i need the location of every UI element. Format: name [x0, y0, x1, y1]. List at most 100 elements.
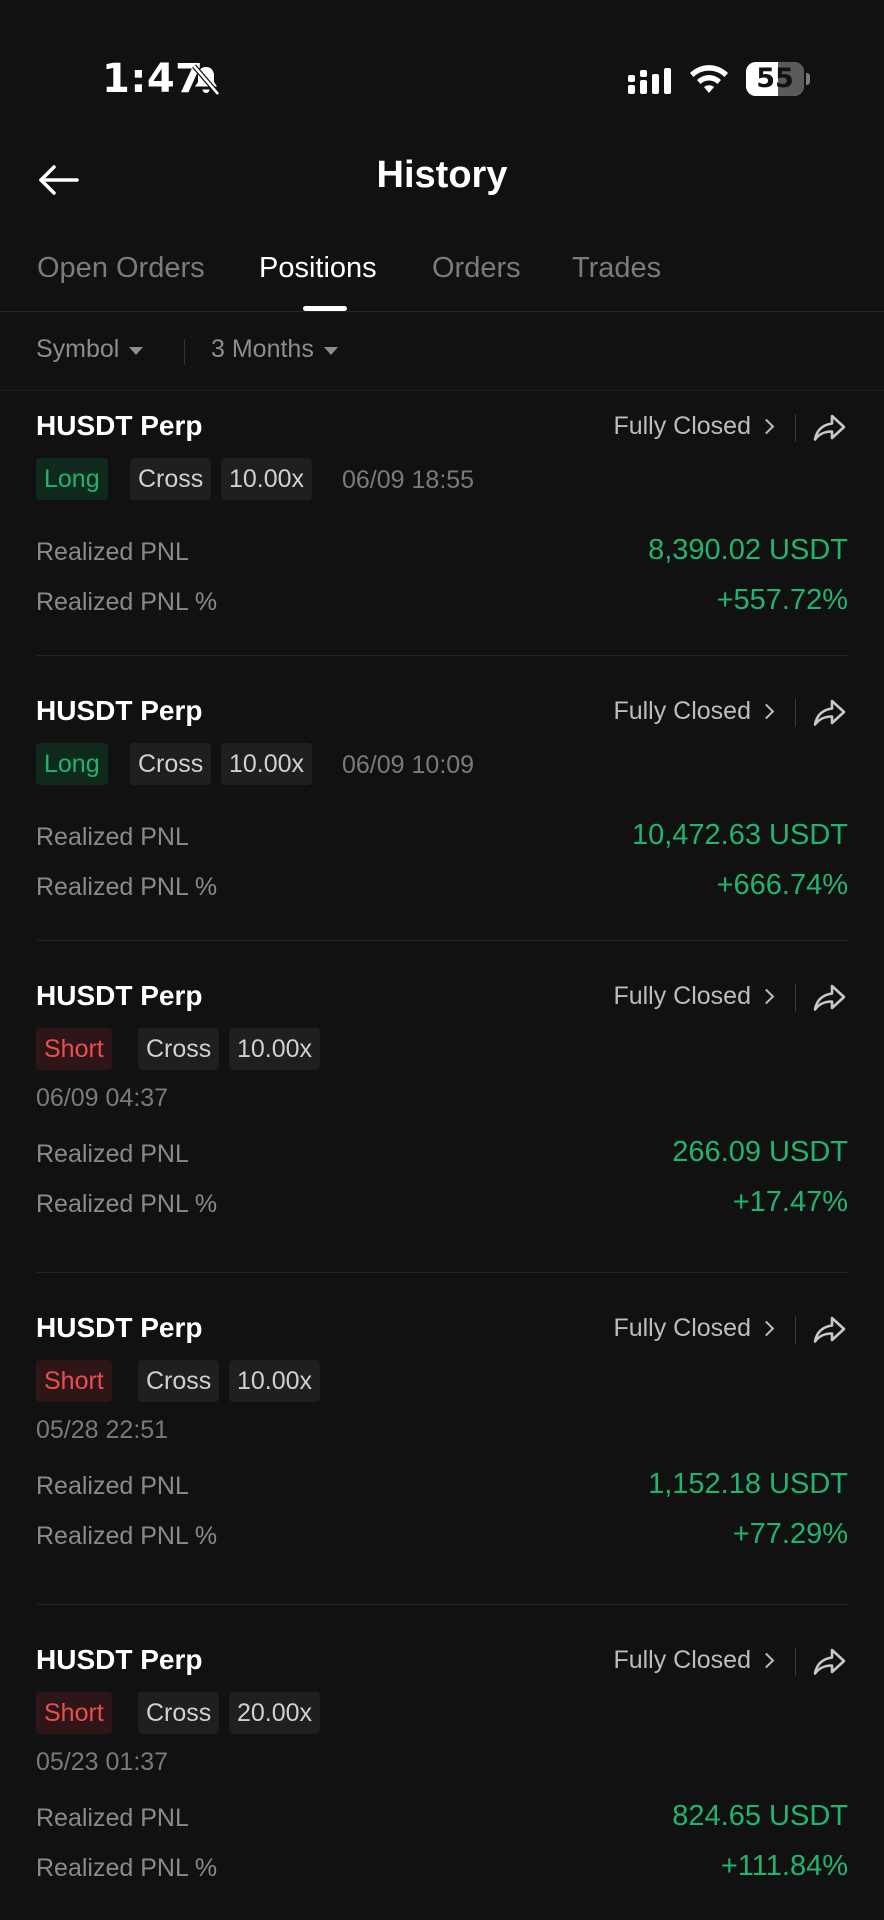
share-icon: [812, 984, 848, 1020]
realized-pnl-label: Realized PNL: [36, 823, 189, 851]
position-time: 06/09 10:09: [342, 751, 475, 779]
realized-pnl-value: 266.09 USDT: [672, 1136, 848, 1168]
chevron-right-icon: [758, 988, 775, 1005]
leverage-badge: 10.00x: [229, 1028, 321, 1070]
battery-indicator: 55: [746, 62, 810, 96]
realized-pnl-pct-value: +666.74%: [716, 869, 848, 901]
filter-bar: Symbol 3 Months: [0, 313, 884, 391]
position-symbol: HUSDT Perp: [36, 410, 203, 441]
position-status-link[interactable]: Fully Closed: [613, 697, 775, 726]
tab-trades[interactable]: Trades: [572, 252, 661, 285]
side-badge: Short: [36, 1360, 112, 1402]
realized-pnl-label: Realized PNL: [36, 1140, 189, 1168]
wifi-icon: [690, 65, 728, 93]
share-icon: [812, 414, 848, 450]
position-status-link[interactable]: Fully Closed: [613, 412, 775, 441]
caret-down-icon: [323, 346, 338, 355]
margin-mode-badge: Cross: [138, 1692, 220, 1734]
position-symbol: HUSDT Perp: [36, 695, 203, 726]
share-button[interactable]: [812, 980, 848, 1016]
position-card[interactable]: HUSDT Perp Fully Closed Long Cross 10.00…: [36, 410, 848, 640]
position-time: 05/28 22:51: [36, 1416, 169, 1444]
symbol-filter-label: Symbol: [36, 335, 120, 363]
margin-mode-badge: Cross: [138, 1360, 220, 1402]
position-time: 05/23 01:37: [36, 1748, 169, 1776]
realized-pnl-label: Realized PNL: [36, 1472, 189, 1500]
position-status: Fully Closed: [613, 412, 751, 440]
realized-pnl-label: Realized PNL: [36, 538, 189, 566]
position-card[interactable]: HUSDT Perp Fully Closed Long Cross 10.00…: [36, 695, 848, 925]
realized-pnl-value: 8,390.02 USDT: [648, 534, 848, 566]
cellular-signal-icon: [628, 68, 671, 94]
chevron-right-icon: [758, 1652, 775, 1669]
position-status-link[interactable]: Fully Closed: [613, 1646, 775, 1675]
share-button[interactable]: [812, 1312, 848, 1348]
position-status-link[interactable]: Fully Closed: [613, 982, 775, 1011]
margin-mode-badge: Cross: [130, 743, 212, 785]
card-divider: [36, 940, 848, 941]
realized-pnl-pct-value: +17.47%: [732, 1186, 848, 1218]
leverage-badge: 10.00x: [221, 743, 313, 785]
chevron-right-icon: [758, 418, 775, 435]
position-symbol: HUSDT Perp: [36, 980, 203, 1011]
side-badge: Long: [36, 743, 108, 785]
realized-pnl-pct-label: Realized PNL %: [36, 1522, 218, 1550]
status-bar: 1:47 55: [0, 0, 884, 130]
position-status: Fully Closed: [613, 982, 751, 1010]
margin-mode-badge: Cross: [138, 1028, 220, 1070]
battery-level: 55: [756, 63, 794, 94]
leverage-badge: 10.00x: [221, 458, 313, 500]
position-time: 06/09 18:55: [342, 466, 475, 494]
realized-pnl-pct-label: Realized PNL %: [36, 588, 218, 616]
share-icon: [812, 699, 848, 735]
realized-pnl-pct-label: Realized PNL %: [36, 1190, 218, 1218]
position-status: Fully Closed: [613, 1314, 751, 1342]
position-card[interactable]: HUSDT Perp Fully Closed Short Cross 10.0…: [36, 1312, 848, 1550]
realized-pnl-pct-value: +77.29%: [732, 1518, 848, 1550]
position-status: Fully Closed: [613, 1646, 751, 1674]
position-time: 06/09 04:37: [36, 1084, 169, 1112]
active-tab-indicator: [303, 306, 347, 311]
side-badge: Long: [36, 458, 108, 500]
leverage-badge: 10.00x: [229, 1360, 321, 1402]
realized-pnl-value: 824.65 USDT: [672, 1800, 848, 1832]
position-status-link[interactable]: Fully Closed: [613, 1314, 775, 1343]
card-divider: [36, 1604, 848, 1605]
period-filter[interactable]: 3 Months: [211, 335, 338, 364]
share-icon: [812, 1316, 848, 1352]
position-card[interactable]: HUSDT Perp Fully Closed Short Cross 10.0…: [36, 980, 848, 1218]
period-filter-label: 3 Months: [211, 335, 314, 363]
position-card[interactable]: HUSDT Perp Fully Closed Short Cross 20.0…: [36, 1644, 848, 1882]
share-button[interactable]: [812, 1644, 848, 1680]
position-symbol: HUSDT Perp: [36, 1312, 203, 1343]
leverage-badge: 20.00x: [229, 1692, 321, 1734]
chevron-right-icon: [758, 703, 775, 720]
tab-orders[interactable]: Orders: [432, 252, 521, 285]
header: History: [0, 130, 884, 230]
card-divider: [36, 655, 848, 656]
share-button[interactable]: [812, 695, 848, 731]
realized-pnl-pct-value: +111.84%: [720, 1850, 848, 1882]
bell-slash-icon: [192, 64, 220, 96]
side-badge: Short: [36, 1692, 112, 1734]
share-button[interactable]: [812, 410, 848, 446]
page-title: History: [376, 154, 508, 196]
realized-pnl-pct-value: +557.72%: [716, 584, 848, 616]
margin-mode-badge: Cross: [130, 458, 212, 500]
position-symbol: HUSDT Perp: [36, 1644, 203, 1675]
card-divider: [36, 1272, 848, 1273]
share-icon: [812, 1648, 848, 1684]
caret-down-icon: [129, 346, 144, 355]
realized-pnl-pct-label: Realized PNL %: [36, 873, 218, 901]
realized-pnl-pct-label: Realized PNL %: [36, 1854, 218, 1882]
tab-bar: Open Orders Positions Orders Trades: [0, 240, 884, 312]
symbol-filter[interactable]: Symbol: [36, 335, 144, 364]
tab-open-orders[interactable]: Open Orders: [37, 252, 205, 285]
tab-positions[interactable]: Positions: [259, 252, 377, 285]
realized-pnl-value: 1,152.18 USDT: [648, 1468, 848, 1500]
realized-pnl-label: Realized PNL: [36, 1804, 189, 1832]
realized-pnl-value: 10,472.63 USDT: [631, 819, 848, 851]
side-badge: Short: [36, 1028, 112, 1070]
chevron-right-icon: [758, 1320, 775, 1337]
position-status: Fully Closed: [613, 697, 751, 725]
